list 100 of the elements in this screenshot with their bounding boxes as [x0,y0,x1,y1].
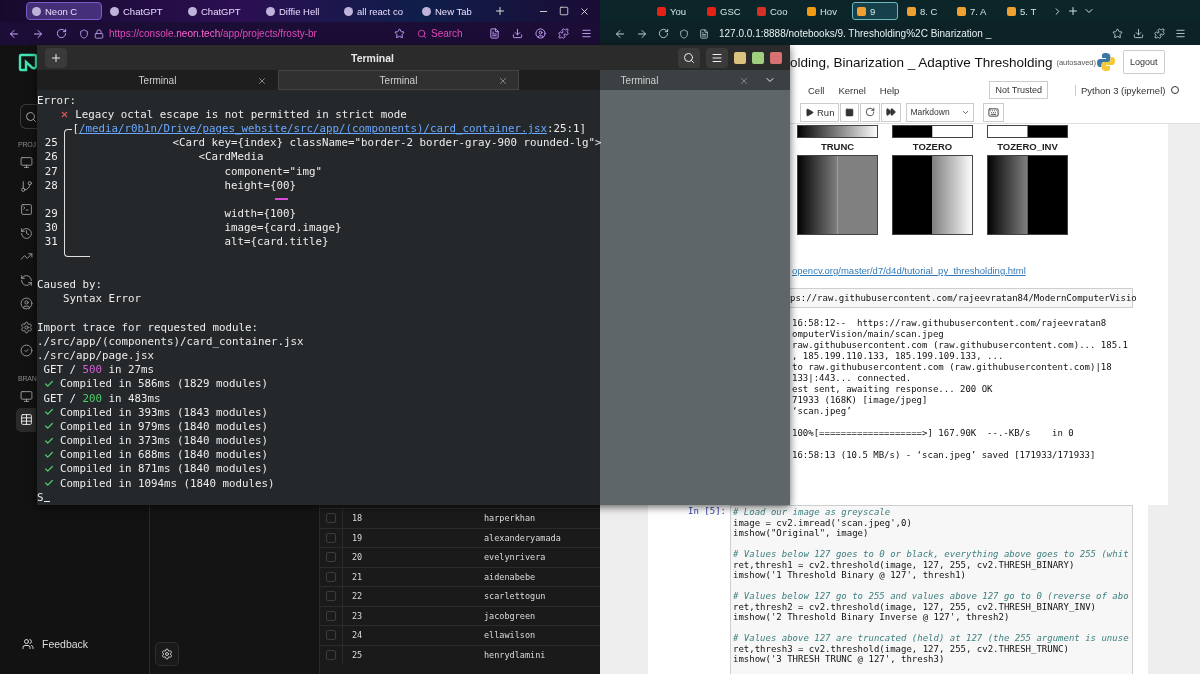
close-icon[interactable] [257,76,267,86]
reload-icon[interactable] [658,28,669,39]
python-logo-icon [1096,52,1117,72]
check-icon [43,478,54,489]
restart-button[interactable] [860,102,881,122]
reader-icon[interactable] [489,28,500,39]
minimize-button[interactable] [734,51,746,64]
bookmark-icon[interactable] [1112,28,1123,39]
code-line: imshow('1 Threshold Binary @ 127', thresh1) [733,570,966,581]
maximize-button[interactable] [752,51,764,64]
search-button[interactable] [678,47,700,68]
table-cell-text: alexanderyamada [483,531,562,545]
browser-tab[interactable]: ChatGPT [182,2,258,20]
run-all-button[interactable] [881,102,902,122]
settings-button[interactable] [155,642,179,666]
extensions-icon[interactable] [1154,28,1165,39]
browser-tab[interactable]: New Tab [416,2,492,20]
download-icon[interactable] [512,28,523,39]
stop-button[interactable] [840,102,860,122]
file-link[interactable]: /media/r0b1n/Drive/pages_website/src/app/(components)/card_container.jsx [78,121,547,135]
browser-tab[interactable]: all react co [338,2,414,20]
line-number: 29 [44,207,58,221]
menu-button[interactable] [706,47,728,68]
browser-tab[interactable]: Neon C [26,2,102,20]
trust-button[interactable]: Not Trusted [989,81,1048,99]
terminal-line: Import trace for requested module: [37,320,259,335]
menu-icon[interactable] [1175,28,1186,39]
forward-icon[interactable] [636,27,648,40]
forward-icon[interactable] [32,27,44,40]
browser-tab[interactable]: 9 [852,2,898,20]
address-field[interactable]: https://console.neon.tech/app/projects/frosty-br [109,28,317,39]
new-tab-icon[interactable] [1067,5,1079,17]
site-icon [32,6,41,16]
table-cell-text: 20 [351,551,364,565]
close-button[interactable] [770,51,782,64]
people-icon [22,638,34,650]
table-cell-text: scarlettogun [483,590,547,604]
row-checkbox[interactable] [326,610,336,621]
row-checkbox[interactable] [326,649,336,660]
terminal-tab[interactable]: Terminal [278,70,519,90]
bookmark-icon[interactable] [394,28,405,39]
notebook-title[interactable]: olding, Binarization _ Adaptive Thresholding [790,54,1053,70]
browser-tab[interactable]: You [652,2,698,20]
row-checkbox[interactable] [326,532,336,543]
row-checkbox[interactable] [326,513,336,524]
browser-tab[interactable]: 8. C [902,2,948,20]
download-icon[interactable] [1133,28,1144,39]
terminal-line: Compiled in 1094ms (1840 modules) [59,476,275,490]
back-icon[interactable] [614,27,626,40]
settings-icon [161,648,173,660]
search-field[interactable]: Search [431,28,463,39]
site-icon [422,6,431,16]
check-icon [43,378,54,389]
browser-tab[interactable]: Coo [752,2,798,20]
row-checkbox[interactable] [326,591,336,602]
code-line: # Load our image as greyscale [733,507,891,518]
keyboard-button[interactable] [983,102,1005,122]
site-icon [266,6,275,16]
terminal-line: Compiled in 373ms (1840 modules) [59,434,269,448]
refresh-icon [20,273,33,287]
extensions-icon[interactable] [558,28,569,39]
close-icon[interactable] [579,5,590,17]
row-checkbox[interactable] [326,630,336,641]
output-line: ‘scan.jpeg’ [792,406,852,417]
table-cell-text: aidenabebe [483,570,537,584]
menu-item[interactable]: Help [879,84,900,96]
terminal-line: Legacy octal escape is not permitted in strict mode [74,107,407,121]
terminal-tab[interactable]: Terminal [519,70,760,90]
terminal-line: GET / 200 in 483ms [42,391,161,405]
logout-button[interactable]: Logout [1123,50,1165,74]
menu-icon[interactable] [581,28,592,39]
browser-tab[interactable]: ChatGPT [104,2,180,20]
cell-type-select[interactable]: Markdown [906,102,975,122]
terminal-line: Caused by: [37,277,103,292]
table-cell-text: 18 [351,512,364,526]
reload-icon[interactable] [56,28,67,39]
menu-item[interactable]: Cell [808,84,825,96]
browser-tab[interactable]: GSC [702,2,748,20]
browser-tab[interactable]: Hov [802,2,848,20]
row-checkbox[interactable] [326,571,336,582]
code-line: imshow("Original", image) [733,528,869,539]
output-line: 16:58:12-- https://raw.githubusercontent.com/rajeevratan8 [792,318,1107,329]
output-line: 133|:443... connected. [792,373,912,384]
account-icon[interactable] [535,28,546,39]
search-icon [25,110,37,123]
new-tab-icon[interactable] [494,5,506,17]
doc-link[interactable]: opencv.org/master/d7/d4d/tutorial_py_thresholding.html [792,265,1026,276]
menu-item[interactable]: Kernel [838,84,866,96]
terminal-tab[interactable]: Terminal [37,70,278,90]
browser-tab[interactable]: Diffie Hell [260,2,336,20]
nav-item[interactable] [16,408,36,432]
row-checkbox[interactable] [326,552,336,563]
back-icon[interactable] [8,27,20,40]
code-cell[interactable] [730,505,1133,674]
browser-tab[interactable]: 7. A [952,2,998,20]
run-button[interactable]: Run [800,102,840,122]
feedback-link[interactable]: Feedback [22,638,149,650]
maximize-icon[interactable] [559,5,569,16]
browser-tab[interactable]: 5. T [1002,2,1048,20]
new-tab-button[interactable] [45,47,67,68]
